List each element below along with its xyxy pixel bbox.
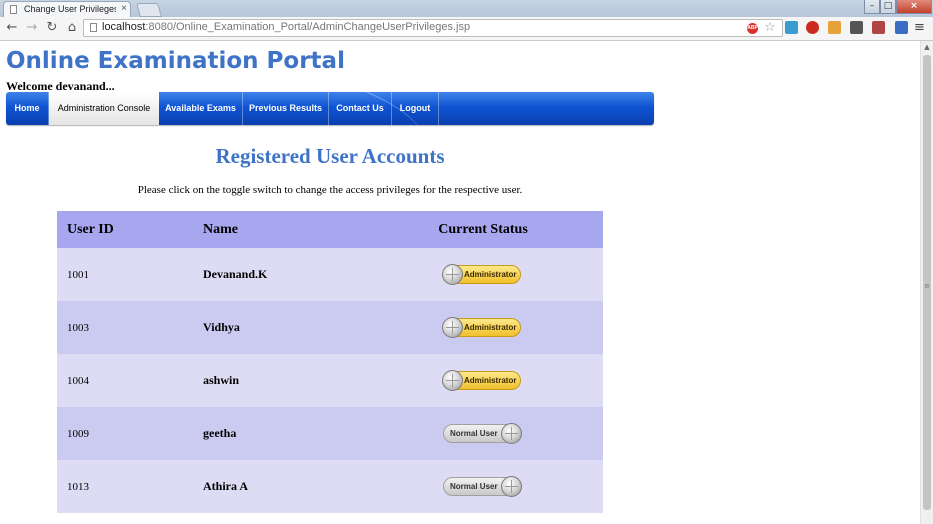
- table-row: 1003 Vidhya Administrator: [57, 301, 603, 354]
- user-name-cell: Vidhya: [203, 301, 413, 354]
- users-table: User ID Name Current Status 1001 Devanan…: [57, 211, 603, 513]
- status-cell: Normal User: [413, 407, 603, 460]
- forward-arrow-icon[interactable]: →: [23, 20, 41, 36]
- toggle-label: Normal User: [450, 429, 498, 438]
- user-id-cell: 1013: [57, 460, 203, 513]
- reload-icon[interactable]: ↻: [43, 20, 61, 36]
- page-heading: Registered User Accounts: [215, 144, 445, 168]
- column-header-current-status: Current Status: [413, 211, 603, 248]
- adblock-icon[interactable]: ABP: [747, 23, 758, 34]
- user-id-cell: 1001: [57, 248, 203, 301]
- scrollbar-thumb[interactable]: ≡: [923, 55, 931, 510]
- privilege-toggle-switch[interactable]: Normal User: [443, 476, 522, 497]
- close-window-button[interactable]: ×: [896, 0, 932, 14]
- status-cell: Administrator: [413, 301, 603, 354]
- nav-home[interactable]: Home: [6, 92, 49, 125]
- toggle-knob-icon: [442, 370, 463, 391]
- user-name-cell: Devanand.K: [203, 248, 413, 301]
- nav-available-exams[interactable]: Available Exams: [159, 92, 243, 125]
- main-navigation: Home Administration Console Available Ex…: [6, 92, 654, 125]
- user-name-cell: geetha: [203, 407, 413, 460]
- url-field[interactable]: localhost:8080/Online_Examination_Portal…: [102, 21, 662, 33]
- translate-icon[interactable]: [895, 21, 908, 34]
- back-arrow-icon[interactable]: ←: [3, 20, 21, 36]
- user-id-cell: 1004: [57, 354, 203, 407]
- user-id-cell: 1003: [57, 301, 203, 354]
- site-title: Online Examination Portal: [6, 48, 345, 74]
- tab-title: Change User Privileges - A: [24, 4, 116, 14]
- privilege-toggle-switch[interactable]: Administrator: [442, 264, 521, 285]
- stop-icon[interactable]: [806, 21, 819, 34]
- toggle-label: Administrator: [464, 323, 517, 332]
- status-cell: Administrator: [413, 354, 603, 407]
- toggle-label: Administrator: [464, 270, 517, 279]
- toggle-knob-icon: [501, 423, 522, 444]
- table-row: 1013 Athira A Normal User: [57, 460, 603, 513]
- status-cell: Administrator: [413, 248, 603, 301]
- v-icon[interactable]: [828, 21, 841, 34]
- browser-tab-strip: Change User Privileges - A × – □ ×: [0, 0, 933, 17]
- scrollbar-grip-icon: ≡: [924, 282, 930, 290]
- browser-menu-icon[interactable]: ≡: [914, 20, 925, 35]
- column-header-name: Name: [203, 211, 413, 248]
- maximize-button[interactable]: □: [880, 0, 896, 14]
- browser-toolbar: ← → ↻ ⌂ localhost:8080/Online_Examinatio…: [0, 17, 933, 41]
- evernote-icon[interactable]: [850, 21, 863, 34]
- toggle-label: Administrator: [464, 376, 517, 385]
- browser-tab[interactable]: Change User Privileges - A ×: [3, 1, 131, 17]
- download-icon[interactable]: [872, 21, 885, 34]
- privilege-toggle-switch[interactable]: Normal User: [443, 423, 522, 444]
- toggle-knob-icon: [501, 476, 522, 497]
- home-icon[interactable]: ⌂: [63, 20, 81, 36]
- toggle-label: Normal User: [450, 482, 498, 491]
- toggle-knob-icon: [442, 317, 463, 338]
- user-id-cell: 1009: [57, 407, 203, 460]
- address-bar[interactable]: localhost:8080/Online_Examination_Portal…: [83, 19, 783, 37]
- minimize-button[interactable]: –: [864, 0, 880, 14]
- instruction-text: Please click on the toggle switch to cha…: [137, 184, 523, 196]
- table-header-row: User ID Name Current Status: [57, 211, 603, 248]
- nav-contact-us[interactable]: Contact Us: [329, 92, 392, 125]
- status-cell: Normal User: [413, 460, 603, 513]
- nav-previous-results[interactable]: Previous Results: [243, 92, 329, 125]
- page-icon: [10, 5, 17, 14]
- column-header-user-id: User ID: [57, 211, 203, 248]
- new-tab-button[interactable]: [136, 3, 162, 17]
- tab-close-icon[interactable]: ×: [121, 3, 127, 14]
- table-row: 1009 geetha Normal User: [57, 407, 603, 460]
- puzzle-icon[interactable]: [785, 21, 798, 34]
- user-name-cell: Athira A: [203, 460, 413, 513]
- scroll-up-arrow-icon[interactable]: ▲: [921, 43, 933, 53]
- nav-logout[interactable]: Logout: [392, 92, 439, 125]
- url-host: localhost: [102, 21, 146, 33]
- vertical-scrollbar[interactable]: ▲ ≡: [920, 41, 933, 524]
- nav-administration-console[interactable]: Administration Console: [49, 92, 159, 125]
- privilege-toggle-switch[interactable]: Administrator: [442, 317, 521, 338]
- privilege-toggle-switch[interactable]: Administrator: [442, 370, 521, 391]
- url-path: :8080/Online_Examination_Portal/AdminCha…: [145, 21, 471, 33]
- table-row: 1004 ashwin Administrator: [57, 354, 603, 407]
- user-name-cell: ashwin: [203, 354, 413, 407]
- table-row: 1001 Devanand.K Administrator: [57, 248, 603, 301]
- page-icon: [90, 23, 97, 32]
- toggle-knob-icon: [442, 264, 463, 285]
- bookmark-star-icon[interactable]: ☆: [764, 20, 776, 35]
